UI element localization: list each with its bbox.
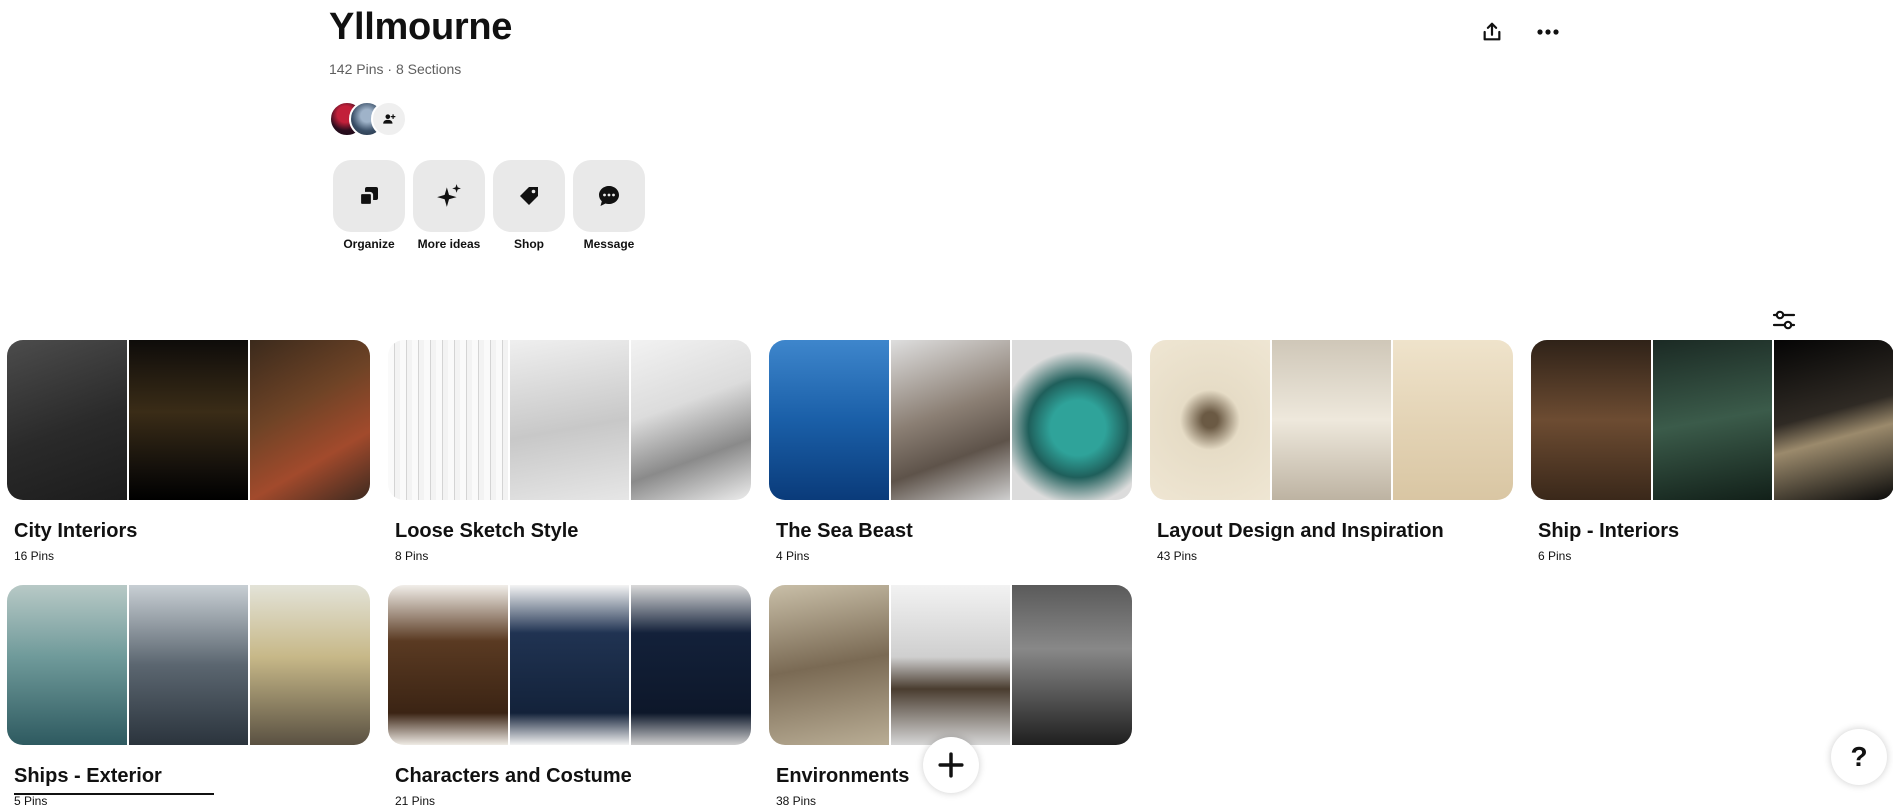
pin-thumbnail: [1652, 340, 1773, 500]
section-card-the-sea-beast[interactable]: The Sea Beast 4 Pins: [769, 340, 1132, 563]
section-thumbnails[interactable]: [388, 340, 751, 500]
section-card-layout-design[interactable]: Layout Design and Inspiration 43 Pins: [1150, 340, 1513, 563]
pin-thumbnail: [1150, 340, 1270, 500]
pin-thumbnail: [769, 585, 889, 745]
section-thumbnails[interactable]: [7, 340, 370, 500]
pin-thumbnail: [890, 340, 1011, 500]
section-title[interactable]: Characters and Costume: [395, 765, 751, 788]
pin-thumbnail: [7, 340, 127, 500]
section-thumbnails[interactable]: [7, 585, 370, 745]
section-pin-count: 8 Pins: [395, 549, 429, 563]
section-thumbnails[interactable]: [388, 585, 751, 745]
pin-thumbnail: [1393, 340, 1513, 500]
board-actions: [1472, 12, 1568, 52]
add-pin-button[interactable]: [923, 737, 979, 793]
pin-thumbnail: [7, 585, 127, 745]
collaborators: [329, 101, 439, 137]
message-tool[interactable]: Message: [573, 160, 645, 251]
sections-count: 8 Sections: [395, 61, 462, 77]
tool-label: Organize: [343, 237, 395, 251]
pin-thumbnail: [509, 340, 630, 500]
section-card-city-interiors[interactable]: City Interiors 16 Pins: [7, 340, 370, 563]
pin-thumbnail: [388, 585, 508, 745]
filter-button[interactable]: [1764, 300, 1804, 340]
shop-tool-box[interactable]: [493, 160, 565, 232]
invite-collaborator-button[interactable]: [371, 101, 407, 137]
section-thumbnails[interactable]: [769, 340, 1132, 500]
pin-thumbnail: [1774, 340, 1893, 500]
tag-icon: [520, 187, 538, 205]
section-pin-count: 4 Pins: [776, 549, 810, 563]
pin-thumbnail: [250, 585, 370, 745]
section-pin-count: 16 Pins: [14, 549, 55, 563]
pin-thumbnail: [250, 340, 370, 500]
pin-thumbnail: [128, 340, 249, 500]
organize-tool-box[interactable]: [333, 160, 405, 232]
board-meta: 142 Pins · 8 Sections: [329, 61, 461, 77]
pin-thumbnail: [1012, 585, 1132, 745]
section-title[interactable]: Ship - Interiors: [1538, 520, 1893, 543]
pin-thumbnail: [631, 585, 751, 745]
section-pin-count: 38 Pins: [776, 794, 817, 808]
organize-icon: [358, 187, 378, 207]
more-options-button[interactable]: [1528, 12, 1568, 52]
add-person-icon: [383, 114, 396, 124]
message-tool-box[interactable]: [573, 160, 645, 232]
pin-thumbnail: [1012, 340, 1132, 500]
section-title[interactable]: Layout Design and Inspiration: [1157, 520, 1513, 543]
more-ideas-tool-box[interactable]: [413, 160, 485, 232]
pin-thumbnail: [769, 340, 889, 500]
share-icon: [1483, 22, 1501, 41]
section-pin-count: 43 Pins: [1157, 549, 1198, 563]
sparkle-icon: [437, 184, 461, 207]
section-thumbnails[interactable]: [1531, 340, 1893, 500]
tool-label: More ideas: [417, 237, 481, 251]
board-title: Yllmourne: [329, 6, 513, 48]
section-card-characters-costume[interactable]: Characters and Costume 21 Pins: [388, 585, 751, 808]
pins-count: 142 Pins: [329, 61, 384, 77]
pin-thumbnail: [1531, 340, 1651, 500]
message-icon: [599, 186, 619, 206]
section-card-ship-interiors[interactable]: Ship - Interiors 6 Pins: [1531, 340, 1893, 563]
more-ideas-tool[interactable]: More ideas: [413, 160, 485, 251]
tool-label: Message: [583, 237, 635, 251]
section-pin-count: 5 Pins: [14, 794, 48, 808]
pin-thumbnail: [128, 585, 249, 745]
board-tools: Organize More ideas Shop Message: [333, 160, 645, 251]
share-button[interactable]: [1472, 12, 1512, 52]
organize-tool[interactable]: Organize: [333, 160, 405, 251]
pin-thumbnail: [631, 340, 751, 500]
section-card-ships-exterior[interactable]: Ships - Exterior 5 Pins: [7, 585, 370, 808]
section-pin-count: 21 Pins: [395, 794, 436, 808]
section-card-loose-sketch-style[interactable]: Loose Sketch Style 8 Pins: [388, 340, 751, 563]
meta-separator: ·: [387, 61, 393, 77]
help-button[interactable]: ?: [1831, 729, 1887, 785]
filter-icon: [1772, 310, 1796, 330]
section-title[interactable]: Ships - Exterior: [14, 765, 370, 788]
section-thumbnails[interactable]: [1150, 340, 1513, 500]
section-title[interactable]: City Interiors: [14, 520, 370, 543]
pin-thumbnail: [890, 585, 1011, 745]
section-title[interactable]: The Sea Beast: [776, 520, 1132, 543]
section-thumbnails[interactable]: [769, 585, 1132, 745]
tool-label: Shop: [514, 237, 544, 251]
plus-icon: [938, 752, 964, 778]
section-title[interactable]: Loose Sketch Style: [395, 520, 751, 543]
section-pin-count: 6 Pins: [1538, 549, 1572, 563]
pin-thumbnail: [1271, 340, 1392, 500]
pin-thumbnail: [509, 585, 630, 745]
more-icon: [1537, 29, 1559, 35]
shop-tool[interactable]: Shop: [493, 160, 565, 251]
pin-thumbnail: [388, 340, 508, 500]
